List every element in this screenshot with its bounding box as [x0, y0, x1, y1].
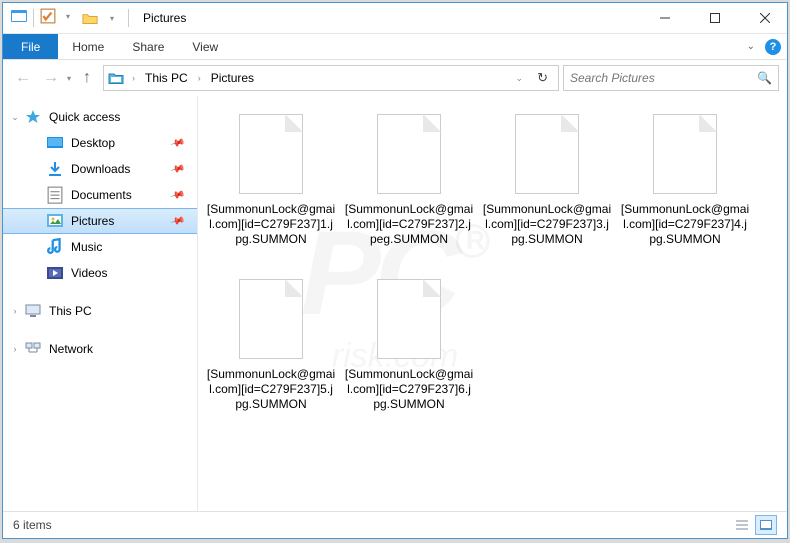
- file-item[interactable]: [SummonunLock@gmail.com][id=C279F237]5.j…: [202, 271, 340, 436]
- sidebar-desktop[interactable]: Desktop 📌: [3, 130, 197, 156]
- breadcrumb-folder[interactable]: Pictures: [209, 71, 256, 85]
- pictures-icon: [47, 213, 63, 229]
- file-item[interactable]: [SummonunLock@gmail.com][id=C279F237]6.j…: [340, 271, 478, 436]
- address-dropdown[interactable]: ⌄: [512, 73, 528, 84]
- pin-icon: 📌: [169, 213, 185, 229]
- file-name: [SummonunLock@gmail.com][id=C279F237]5.j…: [202, 367, 340, 412]
- file-name: [SummonunLock@gmail.com][id=C279F237]2.j…: [340, 202, 478, 247]
- file-icon: [371, 275, 447, 363]
- minimize-button[interactable]: [643, 4, 687, 33]
- pin-icon: 📌: [169, 135, 185, 151]
- file-name: [SummonunLock@gmail.com][id=C279F237]3.j…: [478, 202, 616, 247]
- help-icon[interactable]: ?: [765, 39, 781, 55]
- close-button[interactable]: [743, 4, 787, 33]
- history-dropdown[interactable]: ▾: [67, 74, 71, 83]
- item-count: 6 items: [13, 518, 52, 532]
- sidebar-item-label: Music: [71, 240, 102, 254]
- separator: [33, 9, 34, 27]
- qat-dropdown-2[interactable]: ▾: [104, 11, 120, 25]
- sidebar-item-label: Documents: [71, 188, 132, 202]
- sidebar-item-label: Desktop: [71, 136, 115, 150]
- tab-home[interactable]: Home: [58, 34, 118, 59]
- search-input[interactable]: [570, 71, 751, 85]
- sidebar-this-pc[interactable]: › This PC: [3, 298, 197, 324]
- sidebar-item-label: Videos: [71, 266, 107, 280]
- file-list[interactable]: [SummonunLock@gmail.com][id=C279F237]1.j…: [198, 96, 787, 511]
- sidebar-item-label: Downloads: [71, 162, 130, 176]
- view-details-button[interactable]: [731, 515, 753, 535]
- tab-file[interactable]: File: [3, 34, 58, 59]
- forward-button[interactable]: →: [39, 66, 63, 90]
- sidebar-item-label: Network: [49, 342, 93, 356]
- pin-icon: 📌: [169, 187, 185, 203]
- network-icon: [25, 341, 41, 357]
- sidebar-music[interactable]: Music: [3, 234, 197, 260]
- sidebar-item-label: Quick access: [49, 110, 120, 124]
- file-item[interactable]: [SummonunLock@gmail.com][id=C279F237]4.j…: [616, 106, 754, 271]
- file-item[interactable]: [SummonunLock@gmail.com][id=C279F237]2.j…: [340, 106, 478, 271]
- videos-icon: [47, 265, 63, 281]
- sidebar-network[interactable]: › Network: [3, 336, 197, 362]
- downloads-icon: [47, 161, 63, 177]
- file-icon: [233, 275, 309, 363]
- file-icon: [509, 110, 585, 198]
- nav-pane: ⌄ Quick access Desktop 📌 Downloads 📌 Doc: [3, 96, 198, 511]
- ribbon-tabs: File Home Share View ⌄ ?: [3, 34, 787, 59]
- explorer-window: ▾ ▾ Pictures File Home Share View ⌄ ? ← …: [2, 2, 788, 539]
- sidebar-pictures[interactable]: Pictures 📌: [3, 208, 197, 234]
- sidebar-quick-access[interactable]: ⌄ Quick access: [3, 104, 197, 130]
- pictures-folder-icon: [108, 70, 124, 86]
- qat-dropdown-1[interactable]: ▾: [60, 9, 76, 23]
- sidebar-documents[interactable]: Documents 📌: [3, 182, 197, 208]
- tab-view[interactable]: View: [178, 34, 232, 59]
- tab-share[interactable]: Share: [118, 34, 178, 59]
- expand-ribbon-icon[interactable]: ⌄: [747, 41, 755, 52]
- address-bar[interactable]: › This PC › Pictures ⌄ ↻: [103, 65, 559, 91]
- file-icon: [647, 110, 723, 198]
- documents-icon: [47, 187, 63, 203]
- qat-properties-icon[interactable]: [40, 9, 56, 23]
- separator: [128, 9, 129, 27]
- file-name: [SummonunLock@gmail.com][id=C279F237]4.j…: [616, 202, 754, 247]
- folder-icon: [82, 11, 98, 25]
- file-name: [SummonunLock@gmail.com][id=C279F237]1.j…: [202, 202, 340, 247]
- star-icon: [25, 109, 41, 125]
- desktop-icon: [47, 135, 63, 151]
- body: ⌄ Quick access Desktop 📌 Downloads 📌 Doc: [3, 96, 787, 511]
- file-icon: [371, 110, 447, 198]
- back-button[interactable]: ←: [11, 66, 35, 90]
- qat-icon-1[interactable]: [11, 9, 27, 23]
- search-box[interactable]: 🔍: [563, 65, 779, 91]
- breadcrumb-root[interactable]: This PC: [143, 71, 190, 85]
- nav-bar: ← → ▾ ↑ › This PC › Pictures ⌄ ↻ 🔍: [3, 60, 787, 96]
- sidebar-videos[interactable]: Videos: [3, 260, 197, 286]
- pc-icon: [25, 303, 41, 319]
- chevron-right-icon[interactable]: ›: [128, 73, 139, 83]
- chevron-right-icon[interactable]: ›: [194, 73, 205, 83]
- file-name: [SummonunLock@gmail.com][id=C279F237]6.j…: [340, 367, 478, 412]
- pin-icon: 📌: [169, 161, 185, 177]
- sidebar-item-label: Pictures: [71, 214, 114, 228]
- view-thumbnails-button[interactable]: [755, 515, 777, 535]
- music-icon: [47, 239, 63, 255]
- maximize-button[interactable]: [693, 4, 737, 33]
- file-icon: [233, 110, 309, 198]
- file-item[interactable]: [SummonunLock@gmail.com][id=C279F237]1.j…: [202, 106, 340, 271]
- sidebar-downloads[interactable]: Downloads 📌: [3, 156, 197, 182]
- window-title: Pictures: [143, 11, 186, 25]
- up-button[interactable]: ↑: [75, 66, 99, 90]
- title-bar: ▾ ▾ Pictures: [3, 3, 787, 34]
- status-bar: 6 items: [3, 511, 787, 537]
- file-item[interactable]: [SummonunLock@gmail.com][id=C279F237]3.j…: [478, 106, 616, 271]
- search-icon[interactable]: 🔍: [757, 71, 772, 85]
- refresh-button[interactable]: ↻: [531, 70, 554, 86]
- sidebar-item-label: This PC: [49, 304, 92, 318]
